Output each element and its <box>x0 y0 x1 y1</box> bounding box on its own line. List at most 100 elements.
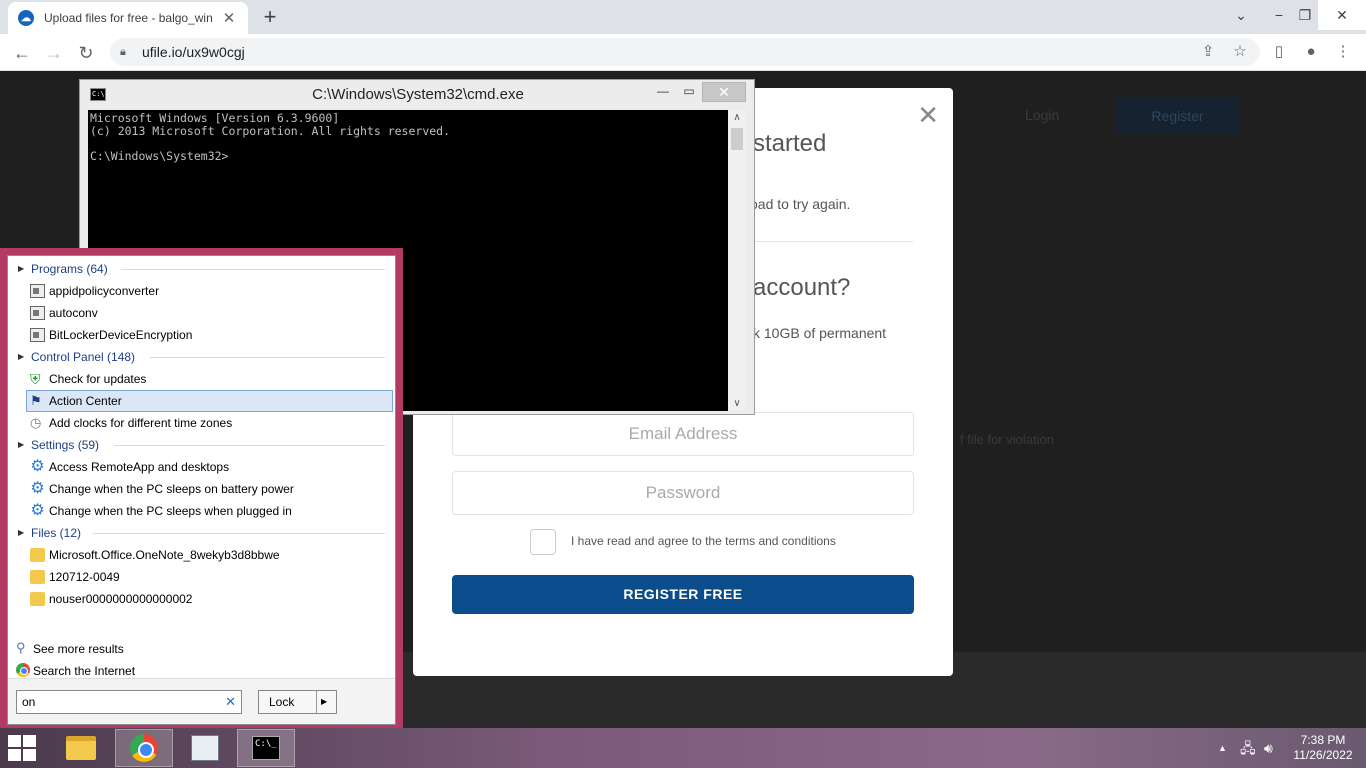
result-label: Change when the PC sleeps on battery pow… <box>49 482 294 496</box>
category-settings[interactable]: ▶ Settings (59) <box>8 434 395 456</box>
result-item[interactable]: 120712-0049 <box>8 566 395 588</box>
scroll-up-icon[interactable]: ∧ <box>728 112 746 123</box>
divider <box>150 357 385 358</box>
result-item-selected[interactable]: ⚑ Action Center <box>26 390 393 412</box>
category-programs[interactable]: ▶ Programs (64) <box>8 258 395 280</box>
cmd-minimize-button[interactable]: — <box>654 82 672 102</box>
app-icon <box>30 284 45 298</box>
clock-time: 7:38 PM <box>1300 733 1346 747</box>
result-label: Action Center <box>49 394 122 408</box>
network-icon[interactable]: 🖧 <box>1240 728 1256 768</box>
search-input[interactable]: on ✕ <box>16 690 242 714</box>
side-panel-icon[interactable]: ▯ <box>1266 38 1292 66</box>
divider <box>93 533 385 534</box>
password-field[interactable]: Password <box>452 471 914 515</box>
expand-arrow-icon: ▶ <box>18 440 25 449</box>
new-tab-button[interactable]: + <box>258 4 282 30</box>
result-item[interactable]: nouser0000000000000002 <box>8 588 395 610</box>
taskbar-app[interactable] <box>176 729 234 767</box>
clock-date: 11/26/2022 <box>1293 748 1353 762</box>
taskbar-cmd[interactable]: C:\_ <box>237 729 295 767</box>
flag-icon: ⚑ <box>30 393 42 408</box>
search-bar-area: on ✕ Lock ▶ <box>8 678 395 724</box>
chrome-icon <box>130 734 158 762</box>
background-text: f file for violation <box>960 432 1054 447</box>
lock-label: Lock <box>269 695 295 709</box>
result-label: autoconv <box>49 306 98 320</box>
share-icon[interactable]: ⇪ <box>1195 38 1221 66</box>
expand-arrow-icon: ▶ <box>18 528 25 537</box>
register-free-button[interactable]: REGISTER FREE <box>452 575 914 614</box>
email-field[interactable]: Email Address <box>452 412 914 456</box>
chrome-icon <box>16 663 30 677</box>
reload-button[interactable]: ↻ <box>71 38 101 68</box>
taskbar-chrome[interactable] <box>115 729 173 767</box>
back-button[interactable]: ← <box>7 38 37 68</box>
result-item[interactable]: ⚙ Change when the PC sleeps when plugged … <box>8 500 395 522</box>
category-label: Settings (59) <box>31 438 100 452</box>
windows-logo-icon <box>8 735 21 747</box>
search-query: on <box>22 695 36 709</box>
result-item[interactable]: ⛨ Check for updates <box>8 368 395 390</box>
see-more-results[interactable]: ⚲ See more results <box>8 638 395 660</box>
cmd-icon: C:\ <box>90 88 106 101</box>
menu-kebab-icon[interactable]: ⋮ <box>1330 38 1356 66</box>
cmd-scrollbar[interactable]: ∧ ∨ <box>728 110 746 411</box>
scroll-down-icon[interactable]: ∨ <box>728 398 746 409</box>
see-more-label: See more results <box>33 642 124 656</box>
address-bar[interactable]: 🔒︎ ufile.io/ux9w0cgj <box>110 38 1260 66</box>
result-item[interactable]: ⚙ Access RemoteApp and desktops <box>8 456 395 478</box>
divider <box>316 691 317 713</box>
cloud-icon: ☁ <box>18 10 34 26</box>
window-app-icon <box>191 735 219 761</box>
search-results-list: ▶ Programs (64) appidpolicyconverter aut… <box>8 258 395 610</box>
lock-button[interactable]: Lock ▶ <box>258 690 337 714</box>
result-item[interactable]: Microsoft.Office.OneNote_8wekyb3d8bbwe <box>8 544 395 566</box>
forward-button[interactable]: → <box>39 38 69 68</box>
close-icon[interactable]: ✕ <box>917 100 939 131</box>
expand-arrow-icon: ▶ <box>18 352 25 361</box>
category-files[interactable]: ▶ Files (12) <box>8 522 395 544</box>
power-options-arrow-icon[interactable]: ▶ <box>321 691 327 713</box>
result-label: Check for updates <box>49 372 147 386</box>
tab-search-chevron-icon[interactable]: ⌄ <box>1222 0 1260 30</box>
taskbar-file-explorer[interactable] <box>52 729 110 767</box>
result-item[interactable]: ◷ Add clocks for different time zones <box>8 412 395 434</box>
profile-avatar-icon[interactable]: ● <box>1298 38 1324 66</box>
clear-search-icon[interactable]: ✕ <box>225 691 236 713</box>
cmd-icon: C:\_ <box>252 736 280 760</box>
system-clock[interactable]: 7:38 PM 11/26/2022 <box>1285 733 1361 763</box>
login-link[interactable]: Login <box>1025 107 1059 123</box>
search-results-pane: ▶ Programs (64) appidpolicyconverter aut… <box>7 255 396 725</box>
url-text: ufile.io/ux9w0cgj <box>142 44 245 60</box>
gear-icon: ⚙ <box>30 502 45 519</box>
app-icon <box>30 306 45 320</box>
register-link[interactable]: Register <box>1115 98 1240 134</box>
folder-icon <box>66 736 96 760</box>
browser-toolbar: ← → ↻ 🔒︎ ufile.io/ux9w0cgj ⇪ ☆ ▯ ● ⋮ <box>0 34 1366 71</box>
category-label: Programs (64) <box>31 262 108 276</box>
volume-icon[interactable]: 🔊︎ <box>1264 728 1273 768</box>
close-window-button[interactable]: ✕ <box>1318 0 1366 30</box>
browser-tab[interactable]: ☁ Upload files for free - balgo_win ✕ <box>8 2 248 34</box>
bookmark-star-icon[interactable]: ☆ <box>1227 38 1253 66</box>
shield-icon: ⛨ <box>30 371 41 387</box>
result-label: Add clocks for different time zones <box>49 416 233 430</box>
show-hidden-icons-icon[interactable]: ▲ <box>1218 728 1227 768</box>
lock-icon[interactable]: 🔒︎ <box>120 46 132 59</box>
category-control-panel[interactable]: ▶ Control Panel (148) <box>8 346 395 368</box>
cmd-close-button[interactable]: ✕ <box>702 82 746 102</box>
result-item[interactable]: BitLockerDeviceEncryption <box>8 324 395 346</box>
cmd-maximize-button[interactable]: ▭ <box>680 82 698 102</box>
result-label: nouser0000000000000002 <box>49 592 193 606</box>
result-item[interactable]: autoconv <box>8 302 395 324</box>
result-item[interactable]: appidpolicyconverter <box>8 280 395 302</box>
start-button[interactable] <box>8 735 38 761</box>
scrollbar-thumb[interactable] <box>731 128 743 150</box>
terms-checkbox[interactable] <box>530 529 556 555</box>
result-item[interactable]: ⚙ Change when the PC sleeps on battery po… <box>8 478 395 500</box>
windows-logo-icon <box>23 735 36 747</box>
magnifier-icon: ⚲ <box>16 640 26 655</box>
close-tab-icon[interactable]: ✕ <box>220 9 238 27</box>
tab-title: Upload files for free - balgo_win <box>44 11 213 25</box>
